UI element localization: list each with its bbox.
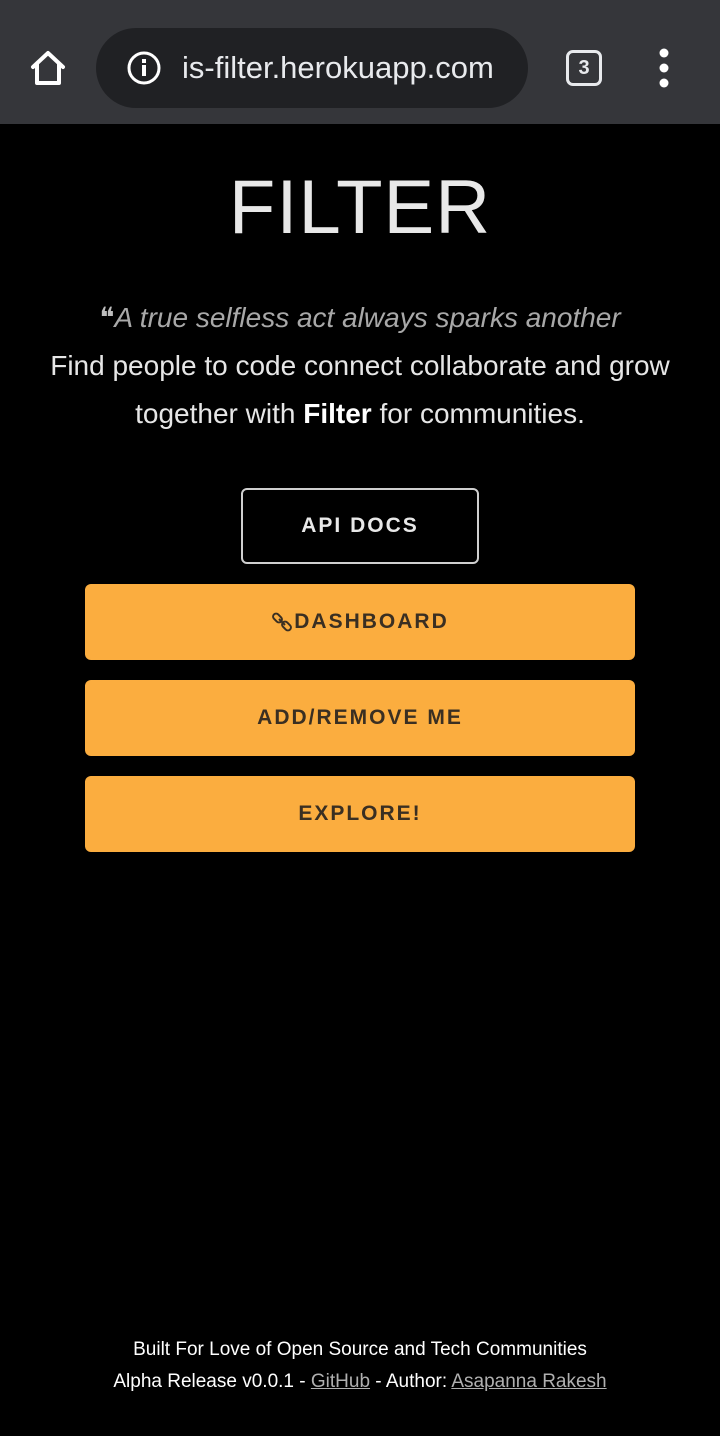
explore-label: EXPLORE!	[298, 802, 422, 825]
footer-line1: Built For Love of Open Source and Tech C…	[133, 1339, 587, 1360]
tagline-brand: Filter	[303, 398, 372, 429]
dashboard-button[interactable]: DASHBOARD	[85, 584, 635, 660]
tabs-icon[interactable]: 3	[566, 50, 602, 86]
tagline-text-end: for communities.	[371, 398, 585, 429]
footer-separator: -	[293, 1371, 311, 1392]
dashboard-label: DASHBOARD	[294, 610, 449, 633]
footer: Built For Love of Open Source and Tech C…	[0, 1334, 720, 1398]
quote-text: A true selfless act always sparks anothe…	[114, 302, 621, 333]
footer-line2: Alpha Release v0.0.1 - GitHub - Author: …	[0, 1366, 720, 1398]
more-vert-icon[interactable]	[648, 46, 680, 90]
quote-icon: ❝	[99, 302, 115, 333]
page-title: FILTER	[228, 165, 492, 250]
add-remove-label: ADD/REMOVE ME	[257, 706, 463, 729]
tagline: Find people to code connect collaborate …	[20, 342, 700, 438]
browser-toolbar: is-filter.herokuapp.com 3	[0, 0, 720, 124]
author-prefix: - Author:	[370, 1371, 452, 1392]
explore-button[interactable]: EXPLORE!	[85, 776, 635, 852]
link-icon	[272, 612, 293, 632]
api-docs-button[interactable]: API DOCS	[241, 488, 479, 564]
add-remove-button[interactable]: ADD/REMOVE ME	[85, 680, 635, 756]
api-docs-label: API DOCS	[301, 514, 419, 537]
quote: ❝A true selfless act always sparks anoth…	[0, 296, 720, 340]
github-link[interactable]: GitHub	[311, 1371, 370, 1392]
home-icon[interactable]	[22, 44, 74, 92]
author-link[interactable]: Asapanna Rakesh	[451, 1371, 606, 1392]
url-text[interactable]: is-filter.herokuapp.com	[182, 46, 494, 90]
release-text: Alpha Release v0.0.1	[113, 1371, 294, 1392]
info-icon[interactable]	[126, 50, 162, 86]
